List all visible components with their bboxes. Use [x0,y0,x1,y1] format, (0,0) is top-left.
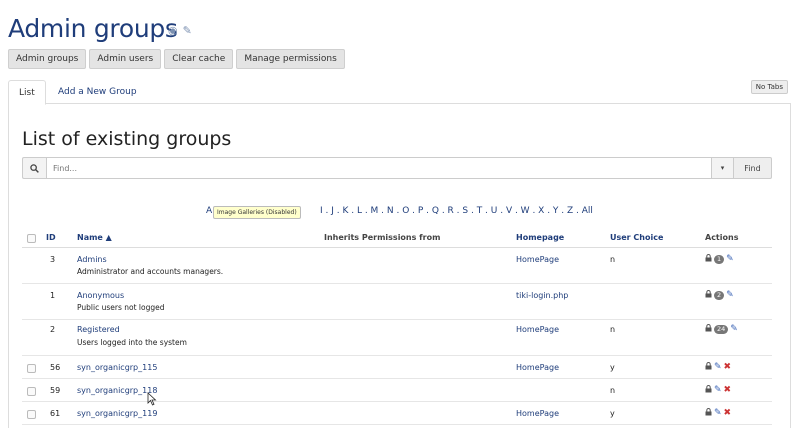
delete-icon[interactable]: ✖ [724,362,732,372]
group-description: Administrator and accounts managers. [77,267,224,276]
clear-cache-button[interactable]: Clear cache [164,49,234,69]
row-checkbox[interactable] [27,364,36,373]
edit-icon[interactable]: ✎ [730,324,738,334]
list-title: List of existing groups [22,128,232,150]
tab-list[interactable]: List [8,80,46,105]
group-user-choice: n [610,386,616,395]
column-header-inherits: Inherits Permissions from [324,233,441,242]
help-icon[interactable]: ◉ [168,24,178,37]
group-id: 61 [50,409,61,418]
group-id: 1 [50,291,56,300]
table-row: 56 syn_organicgrp_115 HomePage y ✎ ✖ [22,356,772,379]
member-count-badge[interactable]: 2 [714,290,725,300]
group-description: Public users not logged [77,303,165,312]
lock-icon[interactable] [705,254,712,264]
group-user-choice: n [610,255,616,264]
alpha-letter-a[interactable]: A [206,206,212,216]
group-homepage-link[interactable]: HomePage [516,409,559,418]
row-checkbox[interactable] [27,410,36,419]
group-id: 3 [50,255,56,264]
admin-users-button[interactable]: Admin users [89,49,162,69]
column-header-user-choice[interactable]: User Choice [610,233,663,242]
row-actions: 2 ✎ [705,290,734,300]
no-tabs-button[interactable]: No Tabs [750,80,788,94]
search-dropdown-button[interactable]: ▾ [712,157,734,179]
search-icon [22,157,46,179]
group-id: 2 [50,325,56,334]
wrench-icon[interactable]: ✎ [183,24,192,37]
group-homepage-link[interactable]: tiki-login.php [516,291,568,300]
row-actions: ✎ ✖ [705,362,731,372]
row-actions: 24 ✎ [705,324,738,334]
tooltip: Image Galleries (Disabled) [213,206,301,219]
delete-icon[interactable]: ✖ [724,385,732,395]
group-id: 59 [50,386,61,395]
group-name-link[interactable]: syn_organicgrp_118 [77,386,157,395]
lock-icon[interactable] [705,362,712,372]
column-header-id[interactable]: ID [46,233,56,242]
column-header-actions: Actions [705,233,739,242]
member-count-badge[interactable]: 1 [714,254,725,264]
group-user-choice: y [610,409,615,418]
row-actions: ✎ ✖ [705,408,731,418]
group-name-link[interactable]: Registered [77,325,120,334]
column-header-homepage[interactable]: Homepage [516,233,564,242]
lock-icon[interactable] [705,385,712,395]
table-row: 61 syn_organicgrp_119 HomePage y ✎ ✖ [22,402,772,425]
table-row: 3 Admins Administrator and accounts manage… [22,248,772,284]
row-actions: ✎ ✖ [705,385,731,395]
table-row: 1 Anonymous Public users not logged tiki-lo… [22,284,772,320]
title-icons: ◉ ✎ [168,24,192,37]
group-description: Users logged into the system [77,338,187,347]
search-input[interactable] [46,157,712,179]
group-user-choice: n [610,325,616,334]
select-all-checkbox[interactable] [27,234,36,243]
manage-permissions-button[interactable]: Manage permissions [236,49,345,69]
tab-bar: List Add a New Group [8,80,791,105]
group-homepage-link[interactable]: HomePage [516,325,559,334]
column-header-name[interactable]: Name ▲ [77,233,112,242]
row-actions: 1 ✎ [705,254,734,264]
edit-icon[interactable]: ✎ [714,362,722,372]
edit-icon[interactable]: ✎ [726,290,734,300]
admin-groups-button[interactable]: Admin groups [8,49,87,69]
edit-icon[interactable]: ✎ [714,385,722,395]
find-button[interactable]: Find [734,157,772,179]
alpha-letters[interactable]: I . J . K . L . M . N . O . P . Q . R . … [320,206,593,216]
table-row: 2 Registered Users logged into the system H… [22,320,772,356]
tab-add-group[interactable]: Add a New Group [48,80,147,104]
group-name-link[interactable]: Anonymous [77,291,124,300]
search-bar: ▾ Find [22,157,772,179]
mouse-cursor-icon [147,392,157,406]
member-count-badge[interactable]: 24 [714,324,729,334]
group-name-link[interactable]: syn_organicgrp_119 [77,409,157,418]
delete-icon[interactable]: ✖ [724,408,732,418]
group-homepage-link[interactable]: HomePage [516,363,559,372]
group-id: 56 [50,363,61,372]
lock-icon[interactable] [705,290,712,300]
edit-icon[interactable]: ✎ [714,408,722,418]
group-name-link[interactable]: syn_organicgrp_115 [77,363,157,372]
admin-toolbar: Admin groups Admin users Clear cache Man… [8,49,345,69]
group-user-choice: y [610,363,615,372]
table-row: 59 syn_organicgrp_118 n ✎ ✖ [22,379,772,402]
lock-icon[interactable] [705,408,712,418]
group-name-link[interactable]: Admins [77,255,107,264]
page-title: Admin groups [8,14,178,43]
group-homepage-link[interactable]: HomePage [516,255,559,264]
lock-icon[interactable] [705,324,712,334]
edit-icon[interactable]: ✎ [726,254,734,264]
row-checkbox[interactable] [27,387,36,396]
